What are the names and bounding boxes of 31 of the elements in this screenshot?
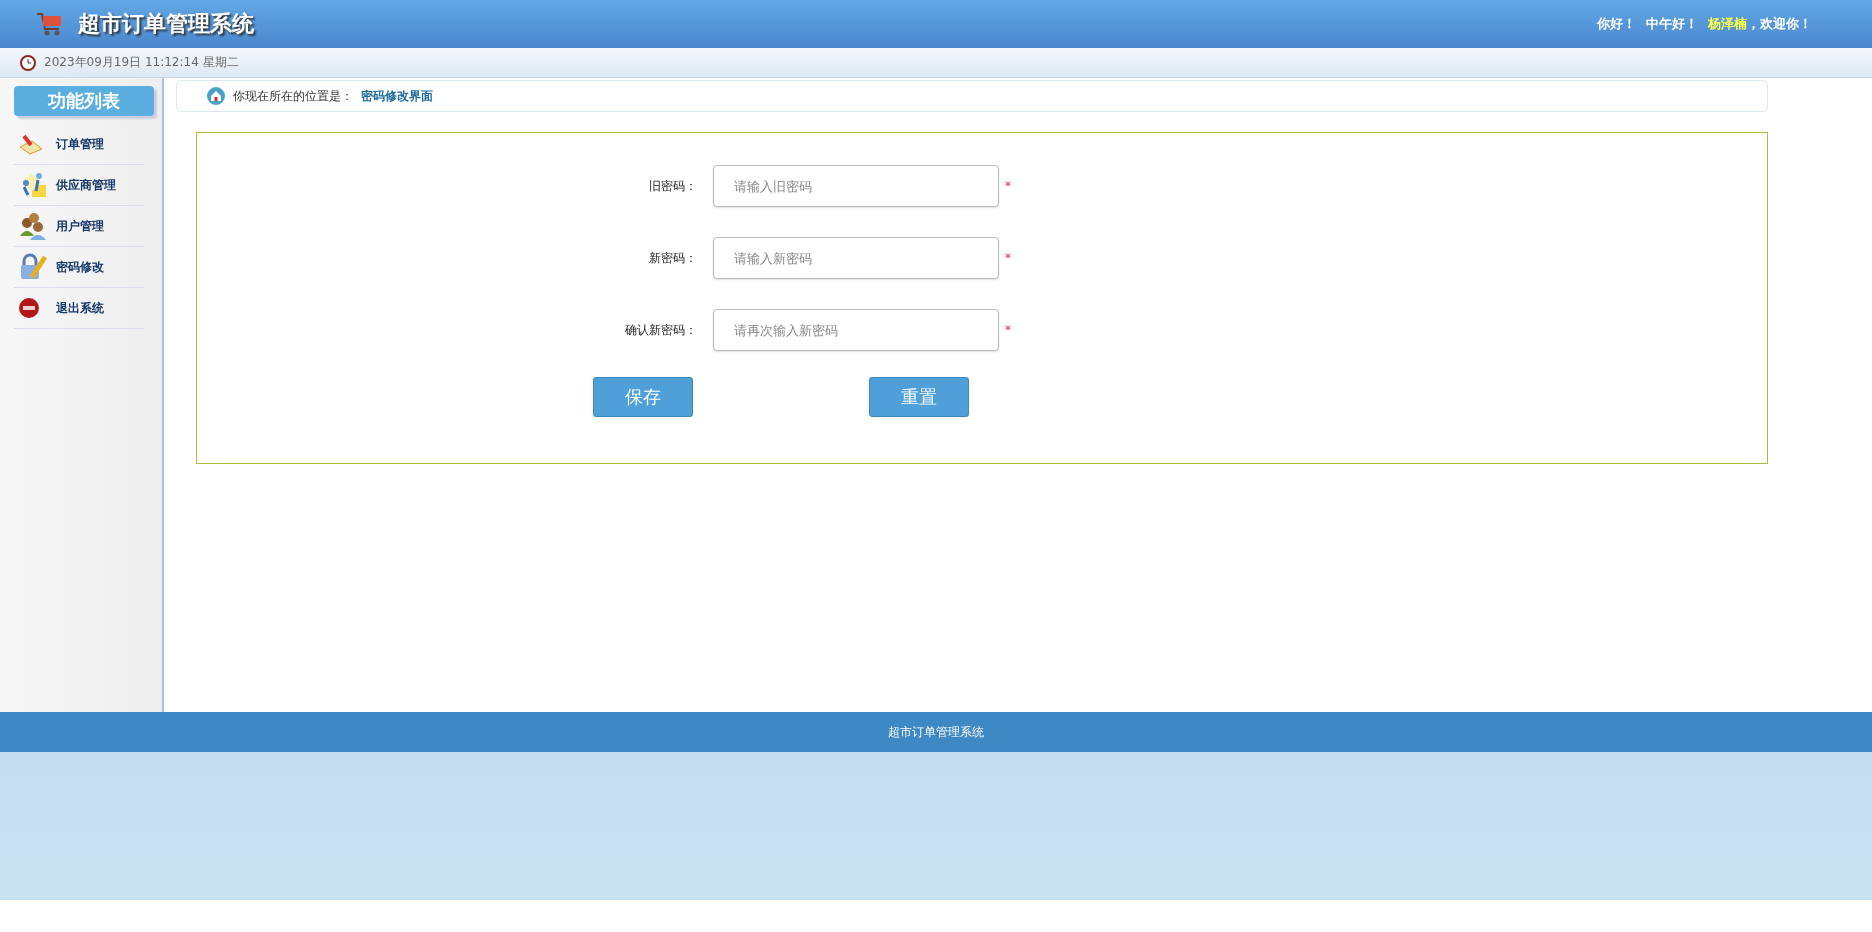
field-label: 确认新密码：	[624, 321, 698, 339]
footer-text: 超市订单管理系统	[888, 723, 984, 741]
sidebar-item[interactable]: 退出系统	[14, 288, 144, 329]
password-field[interactable]: 请输入新密码	[713, 237, 999, 279]
breadcrumb-location: 密码修改界面	[361, 87, 433, 105]
required-mark: *	[1005, 323, 1011, 337]
sidebar-item[interactable]: 订单管理	[14, 124, 144, 165]
users-icon	[18, 212, 48, 240]
required-mark: *	[1005, 179, 1011, 193]
exit-icon	[18, 297, 40, 319]
password-field[interactable]: 请再次输入新密码	[713, 309, 999, 351]
sidebar-heading: 功能列表	[14, 86, 154, 116]
home-icon	[207, 87, 225, 105]
welcome-text: ，欢迎你！	[1747, 15, 1812, 33]
greeting-text: 你好！	[1597, 15, 1636, 33]
notepad-pencil-icon	[18, 133, 44, 155]
lock-key-icon	[18, 253, 48, 281]
field-label: 旧密码：	[648, 177, 698, 195]
user-name: 杨泽楠	[1708, 15, 1747, 33]
app-title: 超市订单管理系统	[78, 10, 254, 38]
sidebar-item[interactable]: 供应商管理	[14, 165, 144, 206]
sidebar-item[interactable]: 用户管理	[14, 206, 144, 247]
required-mark: *	[1005, 251, 1011, 265]
password-field[interactable]: 请输入旧密码	[713, 165, 999, 207]
sidebar-item[interactable]: 密码修改	[14, 247, 144, 288]
shopping-cart-icon	[36, 11, 64, 37]
time-greeting: 中午好！	[1646, 15, 1698, 33]
date-time: 2023年09月19日 11:12:14 星期二	[44, 54, 239, 71]
clock-icon	[20, 54, 36, 71]
field-label: 新密码：	[648, 249, 698, 267]
breadcrumb-label: 你现在所在的位置是：	[233, 87, 353, 105]
